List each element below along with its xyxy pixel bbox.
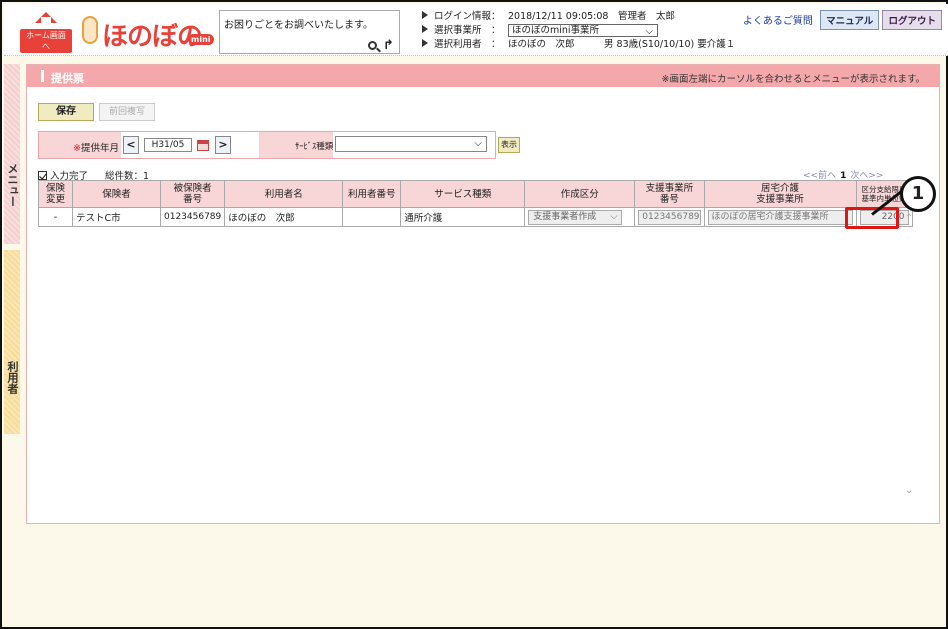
- cell-insured-number: 0123456789: [159, 207, 226, 227]
- logout-button[interactable]: ログアウト: [882, 10, 942, 30]
- scroll-down-icon[interactable]: ⌄: [905, 485, 913, 496]
- highlight-box: [845, 207, 899, 229]
- cell-insurer: テストC市: [72, 207, 161, 227]
- cell-category: 支援事業者作成 ⌵: [524, 207, 636, 227]
- chevron-down-icon: ⌵: [474, 138, 482, 149]
- callout-badge: 1: [900, 176, 936, 212]
- screen-frame: ホーム画面へ ほのぼの mini お困りごとをお調べいたします。 ↱ ログイン情…: [0, 0, 948, 629]
- cell-user-name: ほのぼの 次郎: [224, 207, 344, 227]
- next-month-button[interactable]: >: [215, 136, 231, 154]
- office-label: 選択事業所 ：: [434, 25, 501, 36]
- input-done-checkbox[interactable]: [38, 171, 47, 180]
- service-type-label: ｻｰﾋﾞｽ種類: [295, 142, 334, 152]
- login-label: ログイン情報：: [434, 11, 501, 22]
- user-value: ほのぼの 次郎: [508, 39, 575, 50]
- col-support-office: 居宅介護 支援事業所: [703, 180, 857, 208]
- user-label: 選択利用者 ：: [434, 39, 501, 50]
- app-logo: ほのぼの mini: [76, 12, 216, 52]
- menu-hint: ※画面左端にカーソルを合わせるとメニューが表示されます。: [661, 74, 925, 85]
- month-label: ※提供年月: [73, 143, 119, 154]
- cell-support-number: 0123456789: [634, 207, 705, 227]
- office-select[interactable]: ほのぼのmini事業所 ⌵: [508, 24, 658, 37]
- col-service-type: サービス種類: [400, 180, 526, 208]
- month-input[interactable]: H31/05: [144, 138, 192, 152]
- manual-button[interactable]: マニュアル: [820, 10, 880, 30]
- search-placeholder: お困りごとをお調べいたします。: [224, 20, 373, 31]
- main-panel: 提供票 ※画面左端にカーソルを合わせるとメニューが表示されます。 保存 前回複写…: [26, 64, 940, 524]
- session-info: ログイン情報： 2018/12/11 09:05:08 管理者 太郎 選択事業所 …: [422, 10, 742, 52]
- jump-arrow-icon[interactable]: ↱: [383, 38, 394, 53]
- search-icon[interactable]: [368, 41, 377, 50]
- cell-service: 通所介護: [400, 207, 526, 227]
- category-select[interactable]: 支援事業者作成 ⌵: [528, 209, 623, 225]
- col-category: 作成区分: [524, 180, 636, 208]
- col-support-office-number: 支援事業所 番号: [634, 180, 705, 208]
- triangle-icon: [422, 25, 428, 33]
- col-insurer: 保険者: [72, 180, 161, 208]
- menu-side-tab[interactable]: メニュー: [4, 64, 20, 244]
- provision-table: 保険 変更 保険者 被保険者 番号 利用者名 利用者番号 サービス種類 作成区分…: [38, 180, 913, 227]
- filter-bar: ※提供年月 < H31/05 > ｻｰﾋﾞｽ種類 ⌵: [38, 131, 496, 159]
- col-user-number: 利用者番号: [342, 180, 402, 208]
- header: ホーム画面へ ほのぼの mini お困りごとをお調べいたします。 ↱ ログイン情…: [4, 4, 948, 56]
- category-value: 支援事業者作成: [533, 211, 597, 222]
- title-marker: [41, 70, 44, 82]
- table-scrollbar[interactable]: ⌃ ⌄: [903, 205, 915, 507]
- service-type-select[interactable]: ⌵: [335, 136, 487, 152]
- cell-change: -: [38, 207, 73, 227]
- user-detail: 男 83歳(S10/10/10) 要介護１: [604, 39, 736, 50]
- triangle-icon: [422, 11, 428, 19]
- support-number-field[interactable]: 0123456789: [638, 209, 701, 225]
- office-value: ほのぼのmini事業所: [512, 25, 600, 36]
- faq-link[interactable]: よくあるご質問: [743, 16, 813, 27]
- home-button[interactable]: ホーム画面へ: [20, 10, 72, 53]
- cell-user-number: [342, 207, 402, 227]
- prev-month-button[interactable]: <: [123, 136, 139, 154]
- help-search-box[interactable]: お困りごとをお調べいたします。 ↱: [219, 10, 400, 54]
- page-title: 提供票: [51, 72, 84, 85]
- table-row[interactable]: - テストC市 0123456789 ほのぼの 次郎 通所介護 支援事業者作成 ⌵…: [38, 207, 913, 227]
- house-icon: [35, 12, 57, 25]
- top-links: よくあるご質問 マニュアル ログアウト: [743, 10, 942, 30]
- save-button[interactable]: 保存: [38, 103, 94, 121]
- chevron-down-icon: ⌵: [645, 26, 653, 37]
- login-value: 2018/12/11 09:05:08 管理者 太郎: [508, 11, 675, 22]
- home-label: ホーム画面へ: [20, 29, 72, 53]
- user-side-tab[interactable]: 利用者: [4, 250, 20, 434]
- logo-text: ほのぼの: [102, 22, 203, 52]
- support-office-field[interactable]: ほのぼの居宅介護支援事業所: [707, 209, 853, 225]
- cell-support-office: ほのぼの居宅介護支援事業所: [703, 207, 857, 227]
- logo-suffix: mini: [188, 34, 214, 45]
- calendar-icon[interactable]: [197, 140, 209, 151]
- logo-mascot-icon: [82, 16, 98, 44]
- chevron-down-icon: ⌵: [610, 211, 618, 222]
- title-bar: 提供票 ※画面左端にカーソルを合わせるとメニューが表示されます。: [27, 65, 939, 87]
- table-header-row: 保険 変更 保険者 被保険者 番号 利用者名 利用者番号 サービス種類 作成区分…: [38, 180, 913, 208]
- col-user-name: 利用者名: [224, 180, 344, 208]
- col-insured-number: 被保険者 番号: [159, 180, 226, 208]
- triangle-icon: [422, 39, 428, 47]
- col-insurance-change: 保険 変更: [38, 180, 73, 208]
- scroll-up-icon[interactable]: ⌃: [905, 213, 913, 224]
- show-button[interactable]: 表示: [498, 137, 520, 153]
- copy-previous-button[interactable]: 前回複写: [99, 103, 155, 121]
